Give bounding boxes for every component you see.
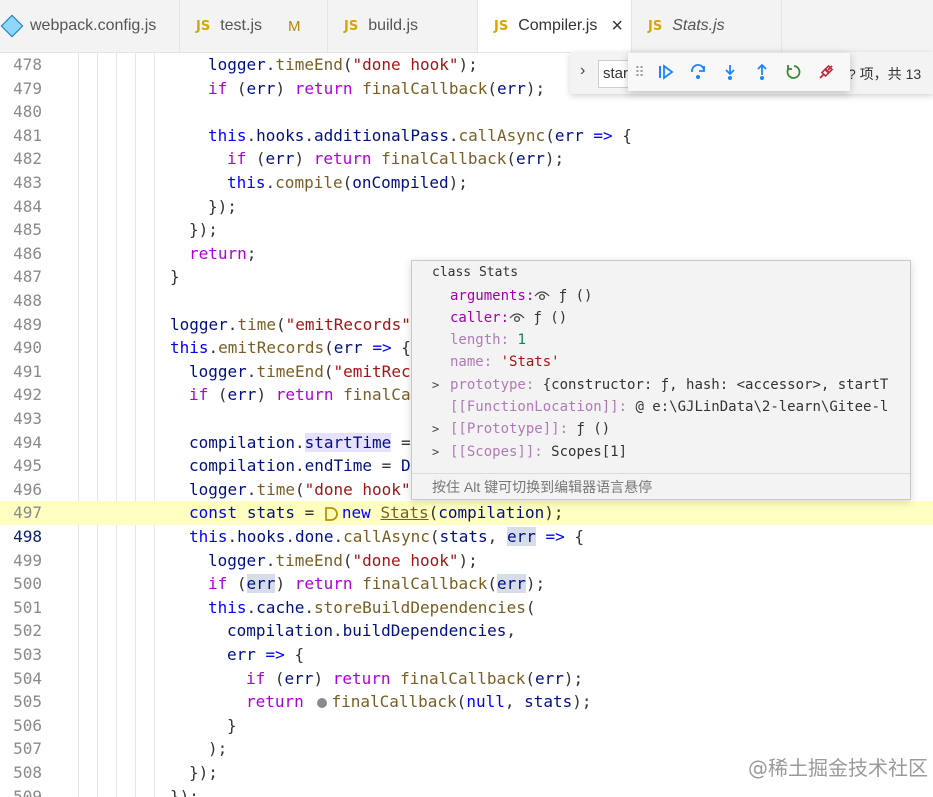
code-line-current: 498 this.hooks.done.callAsync(stats, err … <box>13 527 585 546</box>
hover-row[interactable]: arguments: ƒ () <box>450 285 592 307</box>
continue-button[interactable] <box>650 56 682 88</box>
hover-row: length: 1 <box>450 332 526 348</box>
code-line: 509}); <box>13 786 199 797</box>
chevron-right-icon[interactable]: › <box>580 62 585 80</box>
tab-webpack-config[interactable]: webpack.config.js <box>0 0 180 52</box>
hover-row: [[FunctionLocation]]: @ e:\GJLinData\2-l… <box>450 399 889 415</box>
hover-row[interactable]: prototype: {constructor: ƒ, hash: <acces… <box>450 374 888 396</box>
tab-build-js[interactable]: JS build.js <box>328 0 478 52</box>
hover-row[interactable]: [[Scopes]]: Scopes[1] <box>450 441 627 463</box>
tab-stats-js[interactable]: JS Stats.js <box>632 0 782 52</box>
drag-handle-icon[interactable]: ⠿ <box>628 64 650 81</box>
js-icon: JS <box>494 18 509 34</box>
code-line-paused: 497 const stats = new Stats(compilation); <box>0 501 933 525</box>
restart-button[interactable] <box>778 56 810 88</box>
code-line: 505 return finalCallback(null, stats); <box>13 692 592 712</box>
inline-breakpoint-icon <box>324 506 338 521</box>
code-line: 480 <box>13 102 42 122</box>
tab-label: test.js <box>220 17 262 34</box>
code-line: 501 this.cache.storeBuildDependencies( <box>13 597 536 617</box>
hover-footer-hint: 按住 Alt 键可切换到编辑器语言悬停 <box>412 473 910 499</box>
debug-hover-widget: class Stats arguments: ƒ () caller: ƒ ()… <box>411 260 911 500</box>
tab-test-js[interactable]: JS test.js M <box>180 0 328 52</box>
code-line: 484}); <box>13 196 237 216</box>
tab-label: Stats.js <box>672 17 725 34</box>
step-into-button[interactable] <box>714 56 746 88</box>
js-icon: JS <box>344 18 359 34</box>
tab-label: webpack.config.js <box>30 17 157 34</box>
code-line: 500 if (err) return finalCallback(err); <box>13 574 546 594</box>
code-line: 481 this.hooks.additionalPass.callAsync(e… <box>13 125 632 145</box>
webpack-icon <box>0 14 24 38</box>
code-line: 499 logger.timeEnd("done hook"); <box>13 550 478 570</box>
code-line: 483 this.compile(onCompiled); <box>13 173 468 192</box>
js-icon: JS <box>648 18 663 34</box>
step-out-button[interactable] <box>746 56 778 88</box>
hover-row[interactable]: [[Prototype]]: ƒ () <box>450 418 610 440</box>
code-line: 504 if (err) return finalCallback(err); <box>13 668 584 688</box>
step-into-icon <box>725 65 735 80</box>
tab-label: build.js <box>368 17 419 34</box>
chevron-right-icon[interactable]: > <box>432 422 442 436</box>
match-count: ? 项，共 13 <box>848 66 922 82</box>
hover-row: name: 'Stats' <box>450 354 560 370</box>
code-line: 482 if (err) return finalCallback(err); <box>13 149 565 169</box>
tab-bar: webpack.config.js JS test.js M JS build.… <box>0 0 933 53</box>
hover-row[interactable]: caller: ƒ () <box>450 307 567 329</box>
restart-icon <box>786 65 801 79</box>
code-line: 503 err => { <box>13 645 305 664</box>
step-over-icon <box>691 64 705 79</box>
eye-icon <box>534 291 550 301</box>
watermark: @稀土掘金技术社区 <box>748 756 928 780</box>
code-line: 506} <box>13 715 237 735</box>
disconnect-button[interactable] <box>810 56 842 88</box>
step-out-icon <box>757 63 767 80</box>
breakpoint-icon <box>317 697 328 708</box>
js-icon: JS <box>196 18 211 34</box>
tab-label: Compiler.js <box>518 17 598 34</box>
chevron-right-icon[interactable]: > <box>432 445 442 459</box>
step-over-button[interactable] <box>682 56 714 88</box>
modified-badge: M <box>288 17 301 35</box>
hover-header: class Stats <box>432 265 519 280</box>
eye-icon <box>509 313 525 323</box>
chevron-right-icon[interactable]: > <box>432 378 442 392</box>
code-line: 485}); <box>13 220 218 240</box>
disconnect-icon <box>819 64 834 79</box>
tab-compiler-js[interactable]: JS Compiler.js × <box>478 0 632 52</box>
continue-icon <box>659 64 674 80</box>
close-icon[interactable]: × <box>611 15 623 38</box>
code-line: 502 compilation.buildDependencies, <box>13 621 517 641</box>
debug-toolbar: ⠿ <box>628 53 850 91</box>
